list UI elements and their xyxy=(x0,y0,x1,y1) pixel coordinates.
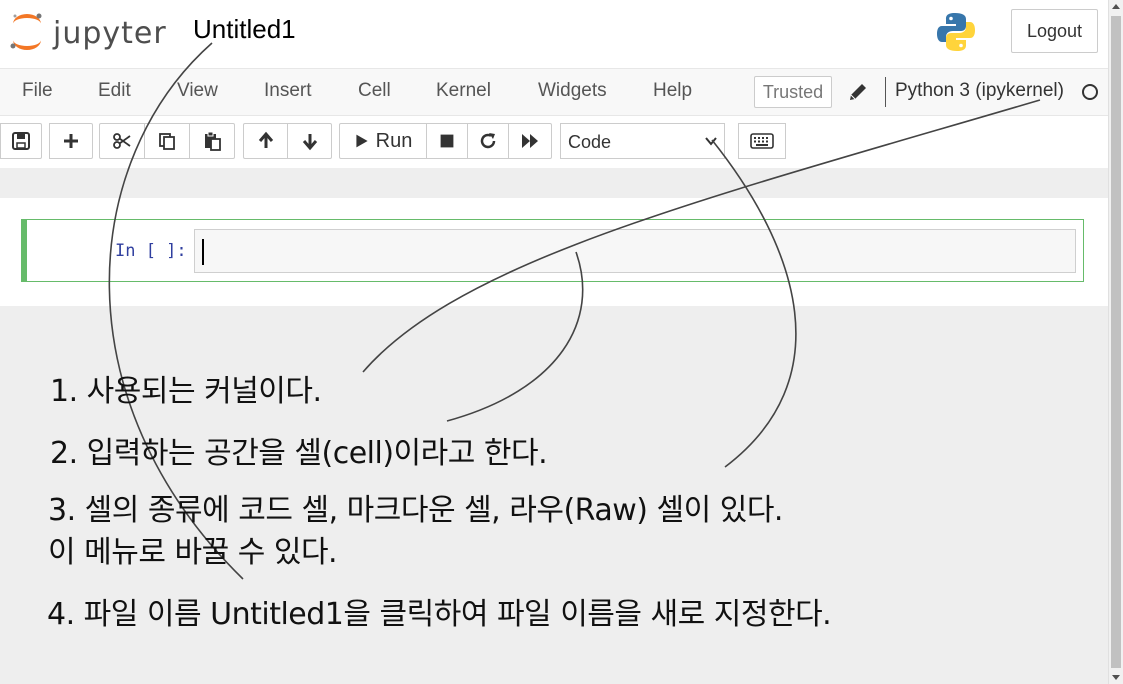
kernel-divider xyxy=(885,77,886,107)
annotation-celltype: 3. 셀의 종류에 코드 셀, 마크다운 셀, 라우(Raw) 셀이 있다. xyxy=(48,493,783,528)
jupyter-logo-icon xyxy=(10,13,42,50)
kernel-idle-indicator-icon xyxy=(1082,84,1098,100)
command-palette-button[interactable] xyxy=(738,123,786,159)
menu-widgets[interactable]: Widgets xyxy=(538,80,607,102)
move-up-button[interactable] xyxy=(243,123,288,159)
menu-kernel[interactable]: Kernel xyxy=(436,80,491,102)
stop-icon xyxy=(440,134,454,148)
menu-help[interactable]: Help xyxy=(653,80,692,102)
paste-button[interactable] xyxy=(189,123,235,159)
menu-insert[interactable]: Insert xyxy=(264,80,312,102)
arrow-down-icon xyxy=(302,134,317,151)
run-label: Run xyxy=(375,129,413,152)
annotation-filename: 4. 파일 이름 Untitled1을 클릭하여 파일 이름을 새로 지정한다. xyxy=(47,597,832,632)
notebook-container: In [ ]: xyxy=(0,198,1108,306)
arrow-up-icon xyxy=(258,131,273,148)
fast-forward-icon xyxy=(522,134,538,148)
code-editor-input[interactable] xyxy=(194,229,1076,273)
pencil-icon[interactable] xyxy=(847,81,869,103)
python-logo-icon xyxy=(934,10,978,54)
annotation-celltype-menu: 이 메뉴로 바꿀 수 있다. xyxy=(48,535,338,570)
header: jupyter Untitled1 Logout xyxy=(0,0,1108,69)
toolbar: Run Code xyxy=(0,116,1108,168)
jupyter-logo-text: jupyter xyxy=(53,16,167,51)
menu-edit[interactable]: Edit xyxy=(98,80,131,102)
scissors-icon xyxy=(113,133,131,149)
interrupt-button[interactable] xyxy=(426,123,468,159)
chevron-down-icon xyxy=(705,137,717,146)
menu-cell[interactable]: Cell xyxy=(358,80,391,102)
code-cell[interactable]: In [ ]: xyxy=(21,219,1084,282)
menu-view[interactable]: View xyxy=(177,80,218,102)
input-prompt: In [ ]: xyxy=(115,241,187,261)
insert-cell-button[interactable] xyxy=(49,123,93,159)
notebook-name[interactable]: Untitled1 xyxy=(193,14,296,45)
save-button[interactable] xyxy=(0,123,42,159)
logout-button[interactable]: Logout xyxy=(1011,9,1098,53)
save-icon xyxy=(12,132,30,150)
scroll-up-arrow-icon[interactable] xyxy=(1112,3,1120,11)
move-down-button[interactable] xyxy=(287,123,332,159)
restart-run-all-button[interactable] xyxy=(508,123,552,159)
annotation-kernel: 1. 사용되는 커널이다. xyxy=(50,374,322,409)
annotation-cell: 2. 입력하는 공간을 셀(cell)이라고 한다. xyxy=(50,436,548,471)
menubar: File Edit View Insert Cell Kernel Widget… xyxy=(0,69,1108,116)
cell-type-select[interactable]: Code xyxy=(560,123,725,159)
vertical-scrollbar[interactable] xyxy=(1108,0,1123,684)
play-icon xyxy=(356,134,368,148)
scroll-down-arrow-icon[interactable] xyxy=(1112,673,1120,681)
run-button[interactable]: Run xyxy=(339,123,427,159)
copy-button[interactable] xyxy=(144,123,190,159)
cut-button[interactable] xyxy=(99,123,145,159)
keyboard-icon xyxy=(750,133,774,149)
trusted-badge[interactable]: Trusted xyxy=(754,76,832,108)
plus-icon xyxy=(64,134,78,148)
scrollbar-thumb[interactable] xyxy=(1111,16,1121,668)
paste-icon xyxy=(205,131,221,151)
copy-icon xyxy=(159,133,175,150)
restart-kernel-button[interactable] xyxy=(467,123,509,159)
text-cursor xyxy=(202,239,204,265)
jupyter-logo[interactable]: jupyter xyxy=(5,10,167,54)
menu-file[interactable]: File xyxy=(22,80,53,102)
restart-icon xyxy=(480,133,496,149)
cell-type-value: Code xyxy=(568,132,612,152)
kernel-name[interactable]: Python 3 (ipykernel) xyxy=(895,80,1064,102)
